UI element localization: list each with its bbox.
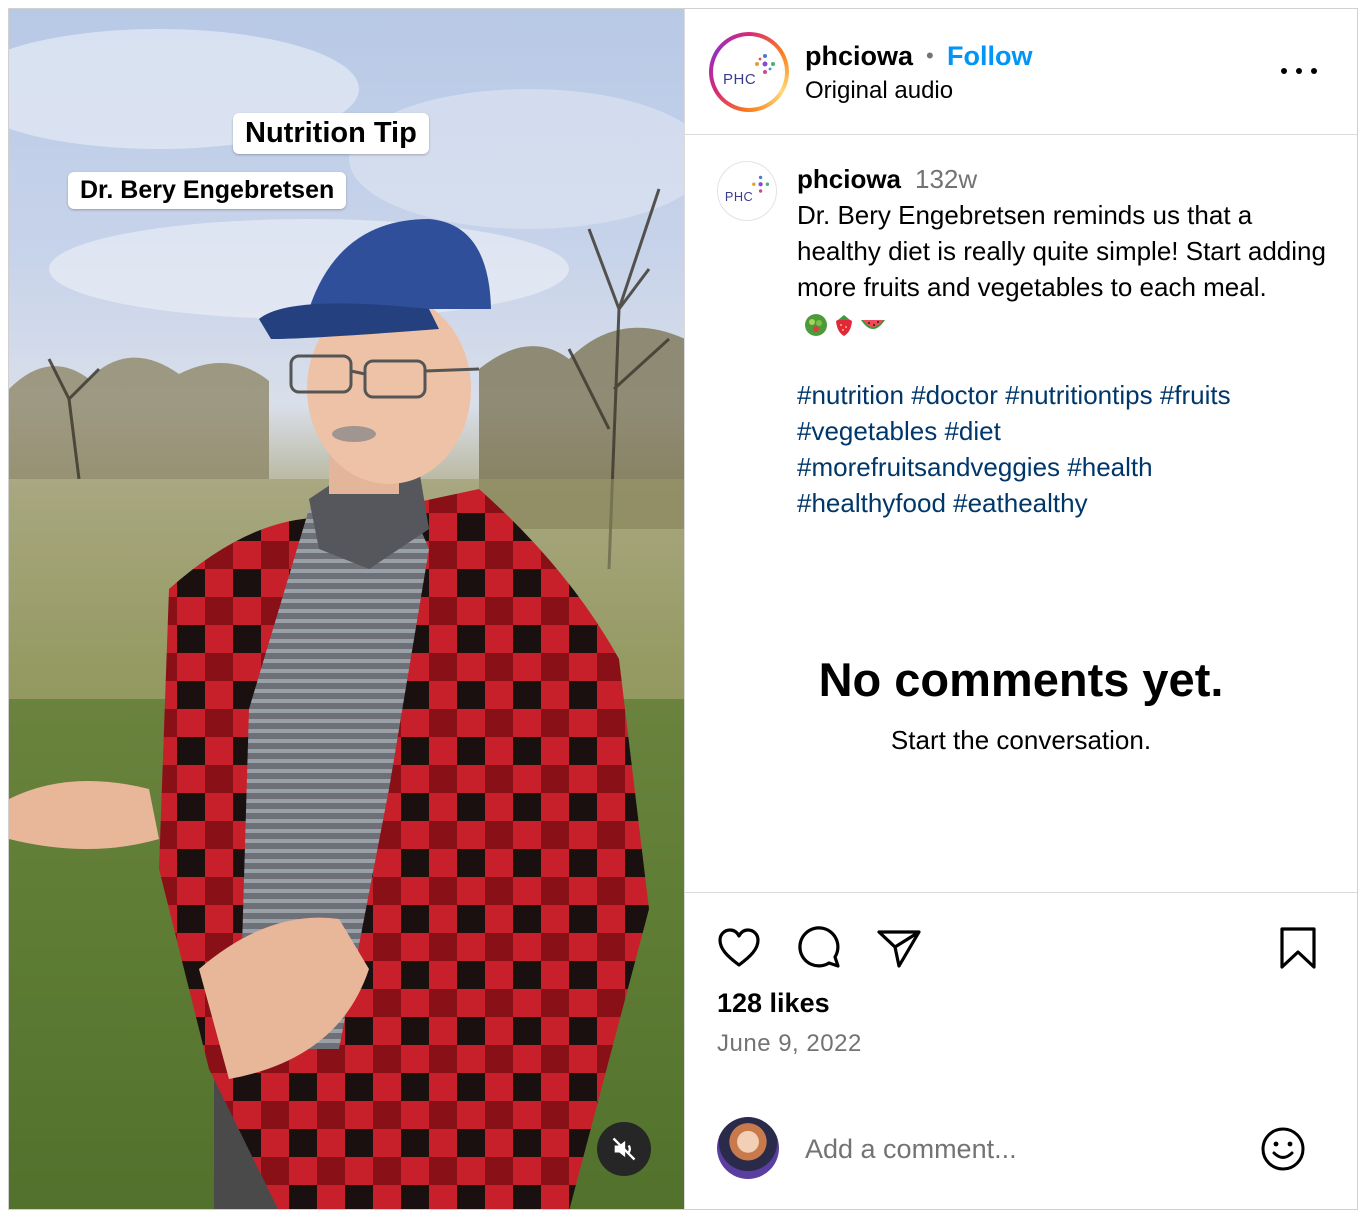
actions-divider	[685, 892, 1357, 893]
speaker-muted-icon	[612, 1137, 636, 1161]
strawberry-emoji	[836, 315, 852, 337]
follow-button[interactable]: Follow	[947, 41, 1032, 72]
header-separator: •	[926, 43, 934, 68]
original-audio-link[interactable]: Original audio	[805, 77, 953, 105]
caption-avatar[interactable]: PHC	[717, 161, 777, 221]
caption-emojis	[803, 312, 887, 338]
overlay-title-label: Nutrition Tip	[233, 113, 429, 154]
hashtag-link[interactable]: #morefruitsandveggies	[797, 452, 1060, 482]
no-comments-subtitle: Start the conversation.	[890, 725, 1152, 755]
salad-emoji	[805, 314, 827, 337]
bookmark-icon	[1280, 927, 1316, 969]
heart-icon	[718, 928, 760, 967]
header-username-link[interactable]: phciowa	[805, 41, 913, 72]
hashtag-link[interactable]: #eathealthy	[953, 488, 1087, 518]
current-user-avatar	[717, 1117, 779, 1179]
sparkle-icon	[752, 175, 770, 193]
comment-button[interactable]	[795, 924, 843, 972]
watermelon-emoji	[861, 320, 885, 330]
mute-toggle-button[interactable]	[597, 1122, 651, 1176]
hashtag-link[interactable]: #healthyfood	[797, 488, 946, 518]
smiley-icon	[1261, 1127, 1305, 1171]
logo-text: PHC	[724, 190, 754, 205]
caption-text: Dr. Bery Engebretsen reminds us that a h…	[797, 200, 1326, 302]
comment-bubble-icon	[798, 926, 840, 968]
overlay-name-label: Dr. Bery Engebretsen	[68, 172, 347, 209]
no-comments-title: No comments yet.	[818, 653, 1224, 706]
post-caption: phciowa 132w Dr. Bery Engebretsen reminds…	[797, 161, 1327, 521]
save-button[interactable]	[1274, 924, 1322, 972]
more-options-icon	[1281, 68, 1287, 74]
post-age[interactable]: 132w	[915, 164, 977, 194]
like-button[interactable]	[715, 924, 763, 972]
post-dialog: Nutrition Tip Dr. Bery Engebretsen PHC p…	[8, 8, 1358, 1210]
hashtag-link[interactable]: #health	[1067, 452, 1152, 482]
post-date[interactable]: June 9, 2022	[717, 1030, 862, 1058]
like-count[interactable]: 128 likes	[717, 988, 830, 1019]
phc-logo: PHC	[721, 52, 777, 92]
sparkle-icon	[755, 54, 775, 74]
logo-text: PHC	[723, 71, 757, 88]
more-options-button[interactable]	[1281, 61, 1317, 81]
phc-logo: PHC	[723, 174, 771, 208]
hashtag-link[interactable]: #vegetables	[797, 416, 937, 446]
paper-plane-icon	[877, 930, 921, 968]
hashtag-link[interactable]: #doctor	[911, 380, 998, 410]
share-button[interactable]	[875, 924, 923, 972]
emoji-picker-button[interactable]	[1259, 1125, 1307, 1173]
video-player[interactable]: Nutrition Tip Dr. Bery Engebretsen	[9, 9, 685, 1209]
caption-username-link[interactable]: phciowa	[797, 164, 901, 194]
post-side-panel: PHC phciowa • Follow Original audio PHC …	[685, 9, 1357, 1209]
hashtag-link[interactable]: #diet	[944, 416, 1000, 446]
post-header: PHC phciowa • Follow Original audio	[685, 9, 1357, 135]
add-comment-input[interactable]	[805, 1129, 1235, 1169]
hashtag-list: #nutrition #doctor #nutritiontips #fruit…	[797, 377, 1327, 521]
hashtag-link[interactable]: #fruits	[1160, 380, 1231, 410]
hashtag-link[interactable]: #nutritiontips	[1005, 380, 1152, 410]
profile-avatar[interactable]: PHC	[709, 32, 789, 112]
hashtag-link[interactable]: #nutrition	[797, 380, 904, 410]
